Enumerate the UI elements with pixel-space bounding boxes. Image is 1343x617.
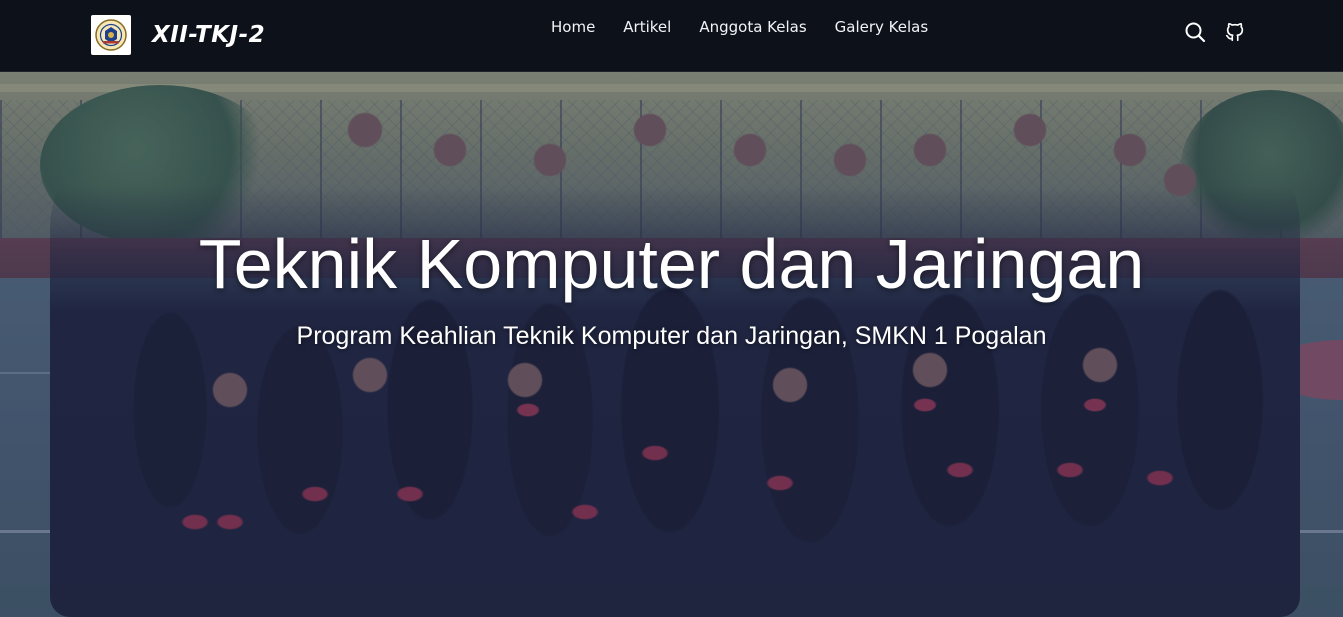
nav-link-home[interactable]: Home	[551, 18, 595, 36]
hero-title: Teknik Komputer dan Jaringan	[198, 225, 1145, 303]
hero-background-photo	[0, 0, 1343, 617]
school-emblem-icon[interactable]	[91, 15, 131, 55]
search-icon[interactable]	[1183, 20, 1207, 44]
github-icon[interactable]	[1223, 20, 1247, 44]
nav-link-anggota-kelas[interactable]: Anggota Kelas	[699, 18, 806, 36]
brand[interactable]: XII-TKJ-2	[91, 15, 265, 55]
nav-icons	[1183, 20, 1247, 44]
hero-overlay	[0, 0, 1343, 617]
nav-links: Home Artikel Anggota Kelas Galery Kelas	[551, 18, 956, 36]
nav-link-artikel[interactable]: Artikel	[623, 18, 671, 36]
hero-subtitle: Program Keahlian Teknik Komputer dan Jar…	[296, 322, 1047, 350]
nav-link-galery-kelas[interactable]: Galery Kelas	[835, 18, 929, 36]
brand-name[interactable]: XII-TKJ-2	[152, 22, 265, 48]
navbar: XII-TKJ-2 Home Artikel Anggota Kelas Gal…	[0, 0, 1343, 72]
